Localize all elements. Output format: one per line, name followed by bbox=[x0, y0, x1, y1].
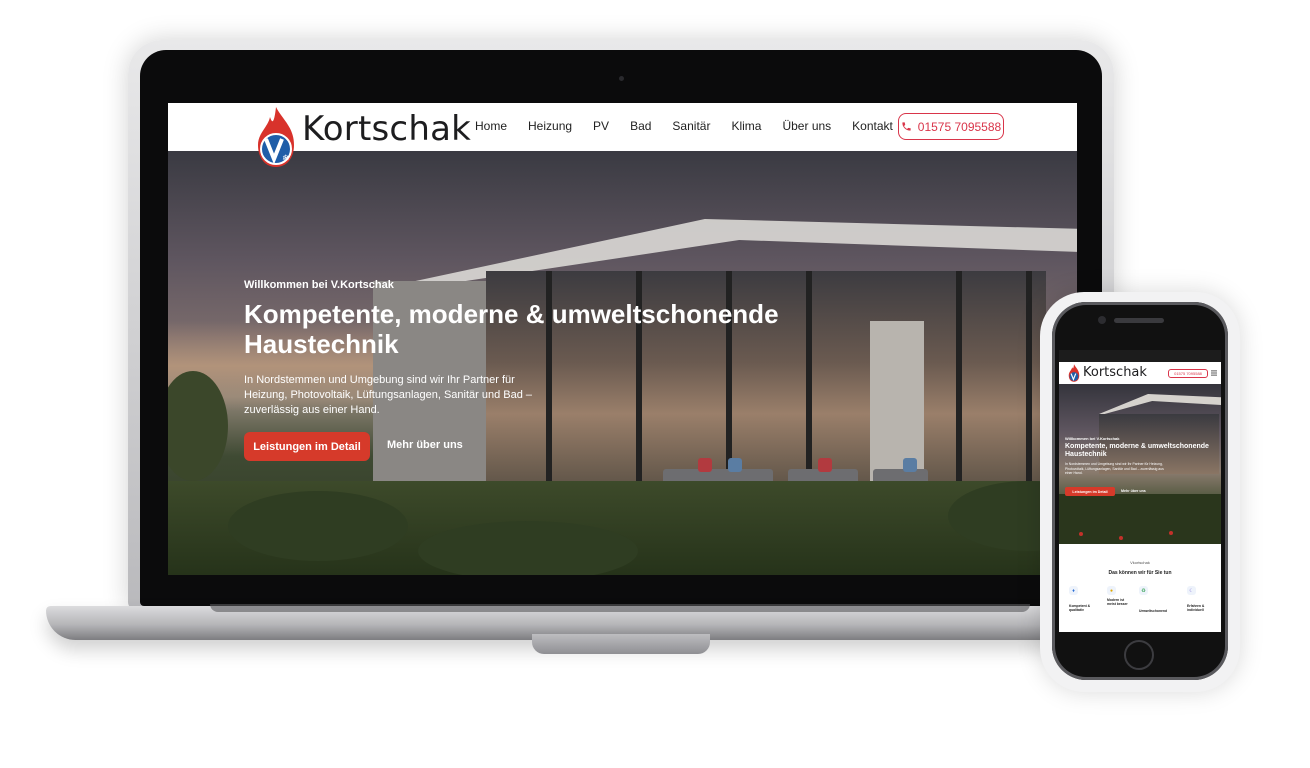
mobile-about-link[interactable]: Mehr über uns bbox=[1121, 489, 1146, 493]
nav-heizung[interactable]: Heizung bbox=[528, 119, 572, 133]
nav-bad[interactable]: Bad bbox=[630, 119, 651, 133]
mobile-phone-number: 01575 7095588 bbox=[1174, 371, 1202, 376]
mobile-section-title: Das können wir für Sie tun bbox=[1108, 570, 1172, 576]
nav-ueber-uns[interactable]: Über uns bbox=[782, 119, 831, 133]
feature-label: Umweltschonend bbox=[1139, 609, 1168, 613]
mobile-flame-logo-icon[interactable] bbox=[1067, 363, 1081, 383]
cushion bbox=[818, 458, 832, 472]
about-link[interactable]: Mehr über uns bbox=[387, 439, 463, 451]
mobile-hero-eyebrow: Willkommen bei V.Kortschak bbox=[1065, 436, 1120, 441]
nav-klima[interactable]: Klima bbox=[731, 119, 761, 133]
phone-status-bar bbox=[1059, 350, 1221, 362]
hero-title: Kompetente, moderne & umweltschonende Ha… bbox=[244, 299, 779, 359]
bulb-icon: ● bbox=[1107, 586, 1116, 595]
phone-icon bbox=[902, 122, 911, 131]
mobile-phone-button[interactable]: 01575 7095588 bbox=[1168, 369, 1208, 378]
nav-kontakt[interactable]: Kontakt bbox=[852, 119, 893, 133]
cushion bbox=[698, 458, 712, 472]
phone-number: 01575 7095588 bbox=[917, 119, 1002, 134]
mobile-section-eyebrow: Vkortschak bbox=[1130, 560, 1150, 565]
flame-logo-icon: ❄ bbox=[258, 107, 294, 167]
mobile-hero-title: Kompetente, moderne & umweltschonende Ha… bbox=[1065, 443, 1209, 458]
cushion bbox=[728, 458, 742, 472]
feature-label: Kompetent & qualitativ bbox=[1069, 604, 1091, 613]
phone-button[interactable]: 01575 7095588 bbox=[898, 113, 1004, 140]
nav-home[interactable]: Home bbox=[475, 119, 507, 133]
laptop-screen: ❄ Kortschak Home Heizung PV Bad Sanitär … bbox=[168, 103, 1077, 575]
svg-text:❄: ❄ bbox=[282, 154, 290, 164]
feature-erfahren: ☾ Erfahren & individuell bbox=[1187, 586, 1213, 613]
moon-icon: ☾ bbox=[1187, 586, 1196, 595]
site-header: ❄ Kortschak Home Heizung PV Bad Sanitär … bbox=[168, 103, 1077, 167]
mobile-logo-text: Kortschak bbox=[1083, 365, 1147, 380]
hero-bush bbox=[418, 521, 638, 575]
feature-label: Erfahren & individuell bbox=[1187, 604, 1205, 613]
laptop-camera bbox=[619, 76, 624, 81]
mobile-hero-text: In Nordstemmen und Umgebung sind wir Ihr… bbox=[1065, 462, 1164, 476]
recycle-icon: ♻ bbox=[1139, 586, 1148, 595]
logo-text: Kortschak bbox=[302, 109, 471, 149]
phone-speaker bbox=[1114, 318, 1164, 323]
hero-bush bbox=[228, 491, 408, 561]
drop-icon: ♦ bbox=[1069, 586, 1078, 595]
laptop-notch bbox=[532, 634, 710, 654]
main-nav: Home Heizung PV Bad Sanitär Klima Über u… bbox=[475, 119, 893, 133]
cushion bbox=[903, 458, 917, 472]
feature-modern: ● Modern ist meist besser bbox=[1107, 586, 1133, 607]
feature-umwelt: ♻ Umweltschonend bbox=[1139, 586, 1168, 613]
laptop-hinge bbox=[210, 604, 1030, 612]
phone-screen: Kortschak 01575 7095588 Willkommen bei V… bbox=[1059, 350, 1221, 632]
phone-home-button[interactable] bbox=[1124, 640, 1154, 670]
hero-eyebrow: Willkommen bei V.Kortschak bbox=[244, 279, 394, 291]
hero-section bbox=[168, 151, 1077, 575]
nav-pv[interactable]: PV bbox=[593, 119, 609, 133]
feature-kompetent: ♦ Kompetent & qualitativ bbox=[1069, 586, 1095, 613]
hamburger-menu-icon[interactable] bbox=[1211, 370, 1217, 376]
phone-camera bbox=[1098, 316, 1106, 324]
feature-label: Modern ist meist besser bbox=[1107, 598, 1128, 607]
services-button[interactable]: Leistungen im Detail bbox=[244, 432, 370, 461]
nav-sanitaer[interactable]: Sanitär bbox=[672, 119, 710, 133]
mobile-services-button[interactable]: Leistungen im Detail bbox=[1065, 487, 1115, 496]
hero-text: In Nordstemmen und Umgebung sind wir Ihr… bbox=[244, 374, 533, 416]
